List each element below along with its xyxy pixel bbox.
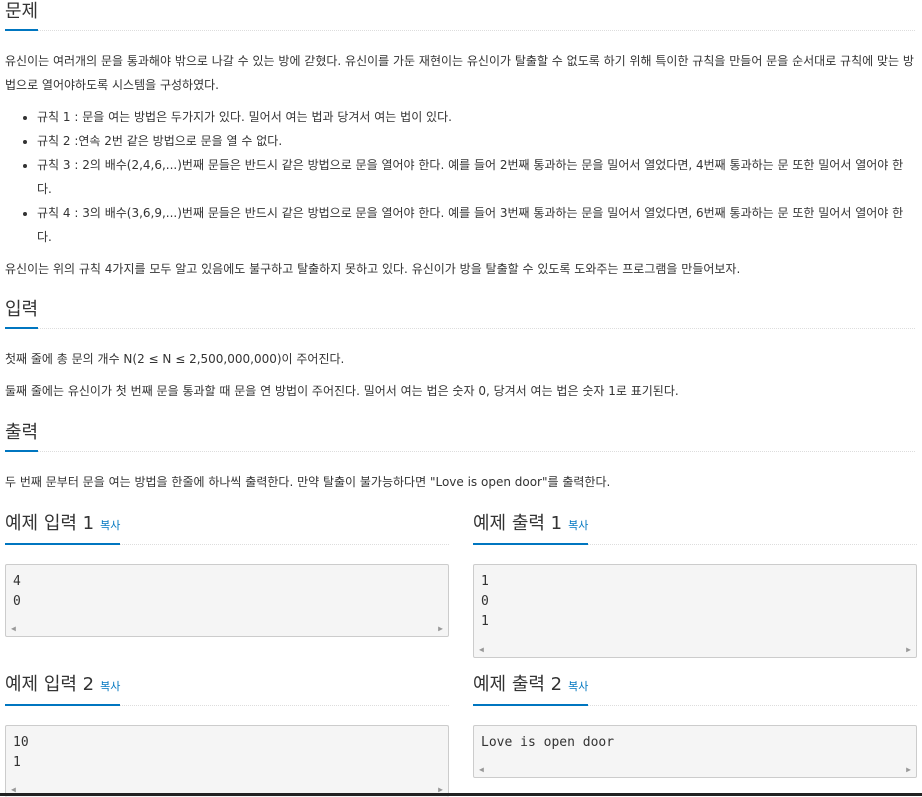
horizontal-scrollbar[interactable]: ◀ ▶ bbox=[474, 643, 916, 657]
sample-input-2-title: 예제 입력 2 bbox=[5, 674, 95, 695]
scroll-left-icon[interactable]: ◀ bbox=[479, 763, 484, 777]
input-title: 입력 bbox=[5, 298, 39, 329]
input-line-2: 둘째 줄에는 유신이가 첫 번째 문을 통과할 때 문을 연 방법이 주어진다.… bbox=[5, 384, 679, 398]
sample-output-1-headline: 예제 출력 1 복사 bbox=[473, 512, 917, 545]
rule-item: 규칙 1 : 문을 여는 방법은 두가지가 있다. 밀어서 여는 법과 당겨서 … bbox=[37, 105, 915, 129]
output-headline: 출력 bbox=[5, 421, 915, 452]
problem-intro: 유신이는 여러개의 문을 통과해야 밖으로 나갈 수 있는 방에 갇혔다. 유신… bbox=[5, 54, 914, 92]
problem-section: 문제 유신이는 여러개의 문을 통과해야 밖으로 나갈 수 있는 방에 갇혔다.… bbox=[5, 0, 915, 281]
sample-output-1-section: 예제 출력 1 복사 bbox=[473, 512, 917, 545]
copy-button[interactable]: 복사 bbox=[100, 519, 120, 532]
output-section: 출력 두 번째 문부터 문을 여는 방법을 한줄에 하나씩 출력한다. 만약 탈… bbox=[5, 421, 915, 494]
sample-input-2-box[interactable]: 10 1 ◀ ▶ bbox=[5, 725, 449, 797]
sample-output-2-box[interactable]: Love is open door ◀ ▶ bbox=[473, 725, 917, 778]
copy-button[interactable]: 복사 bbox=[568, 519, 588, 532]
problem-outro: 유신이는 위의 규칙 4가지를 모두 알고 있음에도 불구하고 탈출하지 못하고… bbox=[5, 262, 741, 276]
rule-item: 규칙 2 :연속 2번 같은 방법으로 문을 열 수 없다. bbox=[37, 129, 915, 153]
output-title: 출력 bbox=[5, 421, 39, 452]
sample-output-2-headline: 예제 출력 2 복사 bbox=[473, 673, 917, 706]
sample-input-2-section: 예제 입력 2 복사 bbox=[5, 673, 449, 706]
input-headline: 입력 bbox=[5, 298, 915, 329]
rules-list: 규칙 1 : 문을 여는 방법은 두가지가 있다. 밀어서 여는 법과 당겨서 … bbox=[5, 105, 915, 249]
sample-output-1-text: 1 0 1 bbox=[481, 574, 489, 629]
scroll-right-icon[interactable]: ▶ bbox=[906, 643, 911, 657]
output-line-1: 두 번째 문부터 문을 여는 방법을 한줄에 하나씩 출력한다. 만약 탈출이 … bbox=[5, 475, 611, 489]
sample-input-2-heading: 예제 입력 2 복사 bbox=[5, 673, 121, 706]
sample-input-1-headline: 예제 입력 1 복사 bbox=[5, 512, 449, 545]
scroll-right-icon[interactable]: ▶ bbox=[906, 763, 911, 777]
sample-input-1-heading: 예제 입력 1 복사 bbox=[5, 512, 121, 545]
sample-input-1-section: 예제 입력 1 복사 bbox=[5, 512, 449, 545]
sample-output-1-heading: 예제 출력 1 복사 bbox=[473, 512, 589, 545]
horizontal-scrollbar[interactable]: ◀ ▶ bbox=[6, 622, 448, 636]
sample-input-2-text: 10 1 bbox=[13, 735, 29, 770]
sample-output-2-heading: 예제 출력 2 복사 bbox=[473, 673, 589, 706]
input-line-1: 첫째 줄에 총 문의 개수 N(2 ≤ N ≤ 2,500,000,000)이 … bbox=[5, 352, 345, 366]
sample-input-1-text: 4 0 bbox=[13, 574, 21, 609]
sample-input-1-box[interactable]: 4 0 ◀ ▶ bbox=[5, 564, 449, 637]
scroll-left-icon[interactable]: ◀ bbox=[11, 622, 16, 636]
problem-title: 문제 bbox=[5, 0, 39, 31]
input-section: 입력 첫째 줄에 총 문의 개수 N(2 ≤ N ≤ 2,500,000,000… bbox=[5, 298, 915, 403]
rule-item: 규칙 3 : 2의 배수(2,4,6,...)번째 문들은 반드시 같은 방법으… bbox=[37, 153, 915, 201]
rule-item: 규칙 4 : 3의 배수(3,6,9,...)번째 문들은 반드시 같은 방법으… bbox=[37, 201, 915, 249]
sample-output-1-box[interactable]: 1 0 1 ◀ ▶ bbox=[473, 564, 917, 658]
copy-button[interactable]: 복사 bbox=[568, 680, 588, 693]
sample-input-1-title: 예제 입력 1 bbox=[5, 513, 95, 534]
sample-output-2-text: Love is open door bbox=[481, 735, 615, 750]
copy-button[interactable]: 복사 bbox=[100, 680, 120, 693]
scroll-left-icon[interactable]: ◀ bbox=[479, 643, 484, 657]
sample-output-2-section: 예제 출력 2 복사 bbox=[473, 673, 917, 706]
scroll-right-icon[interactable]: ▶ bbox=[438, 622, 443, 636]
problem-headline: 문제 bbox=[5, 0, 915, 31]
horizontal-scrollbar[interactable]: ◀ ▶ bbox=[474, 763, 916, 777]
sample-output-2-title: 예제 출력 2 bbox=[473, 674, 563, 695]
sample-input-2-headline: 예제 입력 2 복사 bbox=[5, 673, 449, 706]
sample-output-1-title: 예제 출력 1 bbox=[473, 513, 563, 534]
